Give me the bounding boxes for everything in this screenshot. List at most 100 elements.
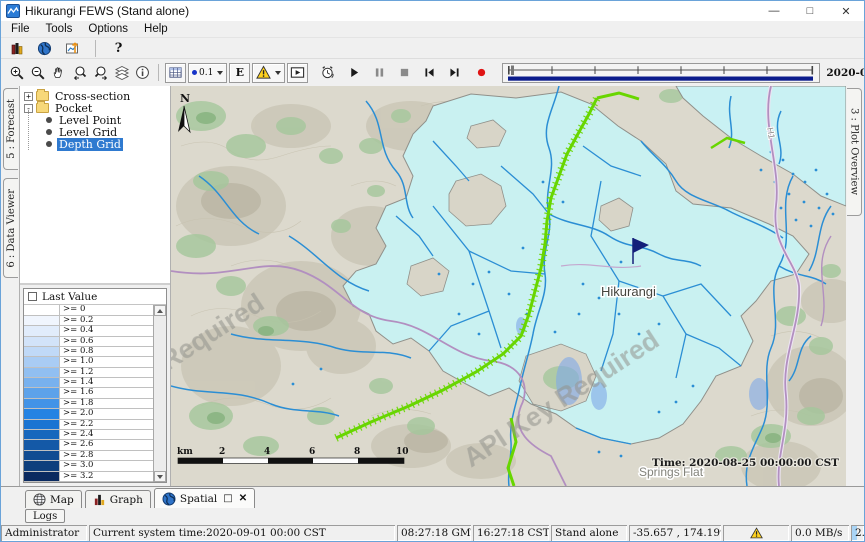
time-slider[interactable] <box>502 63 820 83</box>
skip-to-start-button[interactable] <box>419 63 440 83</box>
status-warning-cell[interactable] <box>723 525 789 541</box>
legend-color-swatch <box>24 305 60 315</box>
chevron-down-icon <box>275 71 281 75</box>
legend-scrollbar[interactable] <box>153 305 166 482</box>
legend-row: >= 0.4 <box>24 326 153 336</box>
logs-button[interactable]: Logs <box>25 509 65 523</box>
menu-bar: FileToolsOptionsHelp <box>1 21 864 38</box>
legend-color-swatch <box>24 461 60 471</box>
map-toolbar: 0.1 E <box>1 59 864 86</box>
legend-color-swatch <box>24 378 60 388</box>
main-area: 5 : Forecast 6 : Data Viewer + Cross-sec… <box>1 86 864 486</box>
minimize-button[interactable]: — <box>756 1 792 21</box>
tab-graph[interactable]: Graph <box>85 490 151 508</box>
menu-item[interactable]: File <box>3 23 38 35</box>
database-viewer-icon[interactable] <box>6 38 27 58</box>
tree-node-cross-section[interactable]: + Cross-section <box>23 90 170 102</box>
tab-plot-overview[interactable]: 3 : Plot Overview <box>847 88 862 216</box>
zoom-next-icon[interactable] <box>90 63 111 83</box>
map-display-icon[interactable] <box>34 38 55 58</box>
status-local-time: 16:27:18 CST <box>473 525 549 541</box>
animation-window-button[interactable] <box>287 63 308 83</box>
right-tab-strip: 3 : Plot Overview <box>846 86 864 486</box>
title-bar: Hikurangi FEWS (Stand alone) — □ ✕ <box>1 1 864 21</box>
info-icon[interactable] <box>132 63 153 83</box>
legend-row: >= 3.2 <box>24 472 153 482</box>
legend-color-swatch <box>24 316 60 326</box>
play-button[interactable] <box>344 63 365 83</box>
menu-item[interactable]: Options <box>80 23 136 35</box>
warning-dropdown[interactable] <box>252 63 285 83</box>
legend-header: Last Value <box>24 289 166 305</box>
status-bar: Administrator Current system time:2020-0… <box>1 524 864 541</box>
bullet-icon <box>46 117 52 123</box>
expand-icon[interactable]: + <box>24 92 33 101</box>
scale-tick: 8 <box>354 447 360 457</box>
bullet-icon <box>46 141 52 147</box>
last-value-checkbox[interactable] <box>28 292 37 301</box>
legend-color-swatch <box>24 420 60 430</box>
scale-bar-glyph: E <box>236 66 244 79</box>
logs-row: Logs <box>1 508 864 524</box>
tab-map[interactable]: Map <box>25 490 82 508</box>
toolbar-separator <box>158 64 159 81</box>
stop-button[interactable] <box>394 63 415 83</box>
tree-node-level-point[interactable]: Level Point <box>23 114 170 126</box>
help-button[interactable]: ? <box>108 38 129 58</box>
tree-node-level-grid[interactable]: Level Grid <box>23 126 170 138</box>
chevron-down-icon <box>217 71 223 75</box>
legend-color-swatch <box>24 357 60 367</box>
window-controls: — □ ✕ <box>756 1 864 21</box>
legend-color-swatch <box>24 440 60 450</box>
legend-color-swatch <box>24 388 60 398</box>
legend-color-swatch <box>24 347 60 357</box>
menu-item[interactable]: Help <box>136 23 176 35</box>
zoom-out-icon[interactable] <box>27 63 48 83</box>
close-button[interactable]: ✕ <box>828 1 864 21</box>
tab-forecast[interactable]: 5 : Forecast <box>3 88 18 170</box>
spatial-display-icon[interactable] <box>62 38 83 58</box>
scale-bar-button[interactable]: E <box>229 63 250 83</box>
zoom-in-icon[interactable] <box>6 63 27 83</box>
tab-close-icon[interactable]: ✕ <box>239 493 247 504</box>
last-value-label: Last Value <box>42 291 97 303</box>
interval-value: 0.1 <box>199 68 213 78</box>
tree-node-depth-grid[interactable]: Depth Grid <box>23 138 170 150</box>
legend-color-swatch <box>24 326 60 336</box>
pause-button[interactable] <box>369 63 390 83</box>
legend-color-swatch <box>24 399 60 409</box>
status-coordinates: -35.657 , 174.199 <box>629 525 721 541</box>
maximize-button[interactable]: □ <box>792 1 828 21</box>
legend-box: Last Value >= 0 <box>23 288 167 483</box>
legend-panel: Last Value >= 0 <box>20 285 170 486</box>
folder-icon <box>36 103 49 113</box>
legend-rows: >= 0 >= 0.2 >= 0.4 <box>24 305 153 482</box>
record-button[interactable] <box>471 63 492 83</box>
map-view[interactable]: API Key Required API Key Required Hikura… <box>171 86 846 486</box>
scroll-up-button[interactable] <box>154 305 166 316</box>
tab-maximize-icon[interactable]: □ <box>223 493 232 504</box>
tab-spatial-label: Spatial <box>180 493 217 505</box>
animation-settings-icon[interactable] <box>317 63 338 83</box>
scale-unit: km <box>177 447 193 457</box>
scale-tick: 6 <box>309 447 315 457</box>
status-download-rate: 0.0 MB/s <box>791 525 849 541</box>
bottom-tab-bar: Map Graph Spatial □ ✕ <box>1 486 864 508</box>
triangle-down-icon <box>157 475 163 479</box>
legend-table: >= 0 >= 0.2 >= 0.4 <box>24 305 166 482</box>
tree-node-pocket[interactable]: - Pocket <box>23 102 170 114</box>
scroll-down-button[interactable] <box>154 471 166 482</box>
tab-data-viewer[interactable]: 6 : Data Viewer <box>3 178 18 278</box>
menu-item[interactable]: Tools <box>38 23 81 35</box>
pan-hand-icon[interactable] <box>48 63 69 83</box>
tab-spatial[interactable]: Spatial □ ✕ <box>154 488 255 508</box>
interval-dropdown[interactable]: 0.1 <box>188 63 227 83</box>
legend-color-swatch <box>24 368 60 378</box>
legend-color-swatch <box>24 472 60 482</box>
bar-chart-icon <box>93 493 106 506</box>
layers-icon[interactable] <box>111 63 132 83</box>
grid-display-button[interactable] <box>165 63 186 83</box>
skip-to-end-button[interactable] <box>444 63 465 83</box>
zoom-previous-icon[interactable] <box>69 63 90 83</box>
app-window: Hikurangi FEWS (Stand alone) — □ ✕ FileT… <box>0 0 865 542</box>
